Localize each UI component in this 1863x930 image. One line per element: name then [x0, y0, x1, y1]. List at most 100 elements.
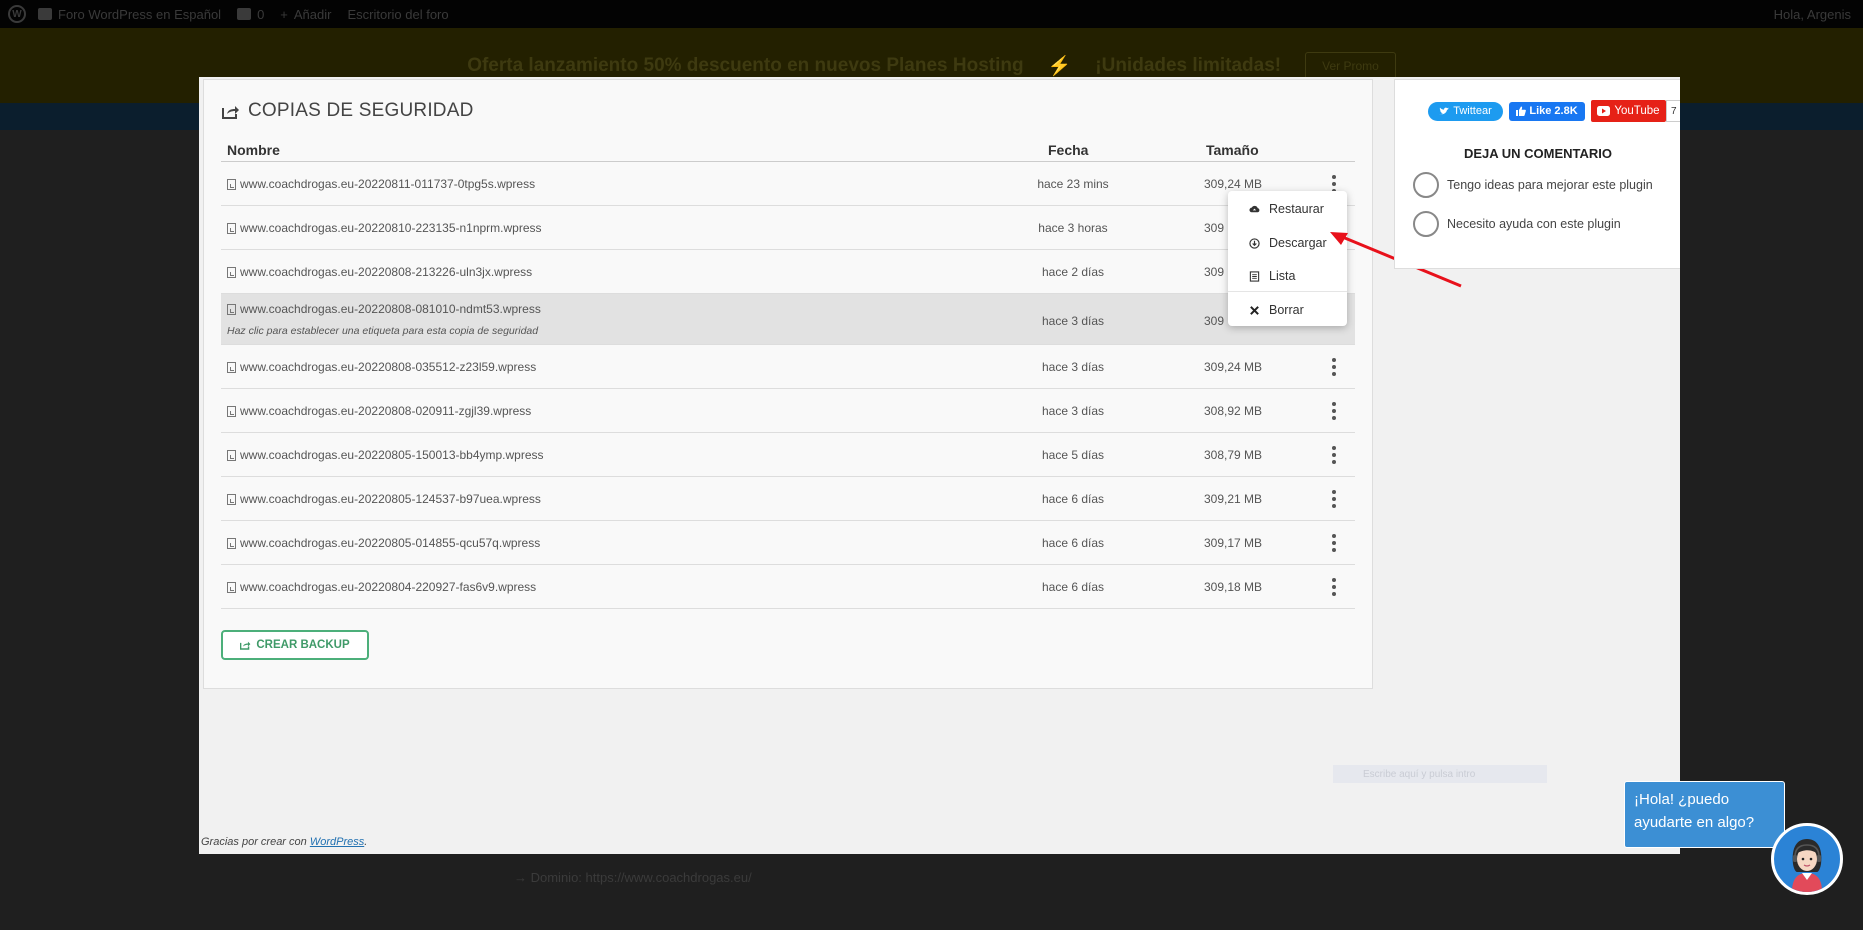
- footer-credit: Gracias por crear con WordPress.: [201, 836, 367, 848]
- filename-text: www.coachdrogas.eu-20220805-150013-bb4ym…: [240, 448, 544, 462]
- filename-text: www.coachdrogas.eu-20220808-020911-zgjl3…: [240, 404, 532, 418]
- backup-date: hace 3 horas: [1038, 221, 1108, 235]
- admin-bar-comments[interactable]: 0: [237, 7, 264, 22]
- chat-line-1: ¡Hola! ¿puedo: [1634, 791, 1730, 808]
- feedback-option-help[interactable]: Necesito ayuda con este plugin: [1413, 211, 1621, 237]
- backup-size: 308,92 MB: [1204, 404, 1263, 418]
- admin-bar-site[interactable]: Foro WordPress en Español: [38, 7, 221, 22]
- file-archive-icon: [227, 449, 236, 461]
- backup-filename[interactable]: www.coachdrogas.eu-20220805-014855-qcu57…: [227, 536, 540, 550]
- column-size: Tamaño: [1206, 142, 1259, 158]
- file-archive-icon: [227, 222, 236, 234]
- support-agent-avatar-icon: [1792, 839, 1822, 892]
- chat-greeting-bubble[interactable]: ¡Hola! ¿puedo ayudarte en algo?: [1624, 781, 1785, 848]
- backup-filename[interactable]: www.coachdrogas.eu-20220811-011737-0tpg5…: [227, 177, 535, 191]
- backup-date: hace 23 mins: [1037, 177, 1109, 191]
- backup-filename[interactable]: www.coachdrogas.eu-20220804-220927-fas6v…: [227, 580, 536, 594]
- feedback-sidebar: Twittear Like 2.8K YouTube 7 DEJA UN COM…: [1394, 79, 1680, 269]
- comments-count: 0: [257, 6, 265, 22]
- list-icon: [1249, 270, 1260, 282]
- file-archive-icon: [227, 361, 236, 373]
- backup-filename[interactable]: www.coachdrogas.eu-20220805-124537-b97ue…: [227, 492, 541, 506]
- file-archive-icon: [227, 266, 236, 278]
- row-menu-button[interactable]: [1327, 356, 1341, 378]
- table-row: www.coachdrogas.eu-20220805-124537-b97ue…: [221, 477, 1355, 521]
- admin-bar-greeting[interactable]: Hola, Argenis: [1774, 7, 1851, 22]
- social-buttons: Twittear Like 2.8K YouTube 7: [1428, 100, 1680, 122]
- backup-size: 309: [1204, 221, 1225, 235]
- file-archive-icon: [227, 405, 236, 417]
- cloud-upload-icon: [1249, 205, 1260, 212]
- backup-filename[interactable]: www.coachdrogas.eu-20220808-213226-uln3j…: [227, 265, 532, 279]
- youtube-button[interactable]: YouTube 7: [1591, 100, 1680, 122]
- backup-date: hace 6 días: [1041, 580, 1105, 594]
- wordpress-logo-icon[interactable]: W: [8, 5, 26, 23]
- site-name: Foro WordPress en Español: [58, 6, 222, 22]
- file-archive-icon: [227, 537, 236, 549]
- column-name: Nombre: [227, 142, 280, 158]
- menu-item-label: Restaurar: [1269, 202, 1324, 216]
- plus-icon: +: [280, 6, 288, 22]
- menu-item-restaurar[interactable]: Restaurar: [1228, 194, 1347, 224]
- filename-text: www.coachdrogas.eu-20220805-014855-qcu57…: [240, 536, 541, 550]
- add-label: Añadir: [293, 6, 332, 22]
- option-label: Tengo ideas para mejorar este plugin: [1447, 178, 1653, 192]
- table-row: www.coachdrogas.eu-20220805-014855-qcu57…: [221, 521, 1355, 565]
- filename-text: www.coachdrogas.eu-20220804-220927-fas6v…: [240, 580, 537, 594]
- row-menu-button[interactable]: [1327, 400, 1341, 422]
- twitter-button[interactable]: Twittear: [1428, 101, 1503, 121]
- table-header: Nombre Fecha Tamaño: [221, 138, 1355, 162]
- credit-prefix: Gracias por crear con: [201, 836, 310, 848]
- table-row: www.coachdrogas.eu-20220808-035512-z23l5…: [221, 345, 1355, 389]
- radio-button[interactable]: [1413, 211, 1439, 237]
- chat-line-2: ayudarte en algo?: [1634, 814, 1755, 831]
- radio-button[interactable]: [1413, 172, 1439, 198]
- twitter-label: Twittear: [1453, 105, 1492, 117]
- backup-filename[interactable]: www.coachdrogas.eu-20220810-223135-n1npr…: [227, 221, 542, 235]
- backup-filename[interactable]: www.coachdrogas.eu-20220808-035512-z23l5…: [227, 360, 536, 374]
- backup-size: 309: [1204, 265, 1225, 279]
- backup-filename[interactable]: www.coachdrogas.eu-20220805-150013-bb4ym…: [227, 448, 544, 462]
- backups-table: Nombre Fecha Tamaño www.coachdrogas.eu-2…: [221, 138, 1355, 609]
- feedback-option-ideas[interactable]: Tengo ideas para mejorar este plugin: [1413, 172, 1653, 198]
- backup-modal: COPIAS DE SEGURIDAD Nombre Fecha Tamaño …: [199, 77, 1680, 854]
- table-row: www.coachdrogas.eu-20220810-223135-n1npr…: [221, 206, 1355, 250]
- backup-size: 308,79 MB: [1204, 448, 1263, 462]
- backup-size: 309,17 MB: [1204, 536, 1263, 550]
- wordpress-link[interactable]: WordPress: [310, 836, 364, 848]
- backup-size: 309,24 MB: [1204, 177, 1263, 191]
- option-label: Necesito ayuda con este plugin: [1447, 217, 1621, 231]
- column-date: Fecha: [1048, 142, 1089, 158]
- table-row: www.coachdrogas.eu-20220805-150013-bb4ym…: [221, 433, 1355, 477]
- table-row: www.coachdrogas.eu-20220804-220927-fas6v…: [221, 565, 1355, 609]
- backup-size: 309,18 MB: [1204, 580, 1263, 594]
- filename-text: www.coachdrogas.eu-20220811-011737-0tpg5…: [240, 177, 536, 191]
- backup-date: hace 3 días: [1041, 360, 1105, 374]
- row-menu-button[interactable]: [1327, 532, 1341, 554]
- promo-text-right: ¡Unidades limitadas!: [1095, 54, 1282, 76]
- desk-label: Escritorio del foro: [347, 6, 449, 22]
- create-backup-button[interactable]: CREAR BACKUP: [221, 630, 369, 660]
- menu-item-borrar[interactable]: Borrar: [1228, 295, 1347, 325]
- backup-filename[interactable]: www.coachdrogas.eu-20220808-020911-zgjl3…: [227, 404, 531, 418]
- admin-bar-add[interactable]: + Añadir: [280, 7, 331, 22]
- backup-date: hace 6 días: [1041, 536, 1105, 550]
- admin-bar-desk[interactable]: Escritorio del foro: [347, 7, 448, 22]
- backup-date: hace 3 días: [1041, 314, 1105, 328]
- row-menu-button[interactable]: [1327, 488, 1341, 510]
- backup-filename[interactable]: www.coachdrogas.eu-20220808-081010-ndmt5…: [227, 302, 541, 316]
- comment-heading: DEJA UN COMENTARIO: [1463, 146, 1613, 161]
- row-menu-button[interactable]: [1327, 444, 1341, 466]
- file-archive-icon: [227, 581, 236, 593]
- row-menu-button[interactable]: [1327, 576, 1341, 598]
- promo-button[interactable]: Ver Promo: [1305, 51, 1396, 80]
- set-label-hint[interactable]: Haz clic para establecer una etiqueta pa…: [227, 325, 538, 337]
- home-icon: [38, 8, 52, 20]
- chat-avatar-button[interactable]: [1771, 823, 1843, 895]
- backup-size: 309,21 MB: [1204, 492, 1263, 506]
- facebook-like-button[interactable]: Like 2.8K: [1509, 101, 1585, 121]
- backups-panel: COPIAS DE SEGURIDAD Nombre Fecha Tamaño …: [203, 79, 1462, 689]
- export-icon: [222, 105, 239, 119]
- twitter-bird-icon: [1439, 107, 1450, 114]
- backup-date: hace 6 días: [1041, 492, 1105, 506]
